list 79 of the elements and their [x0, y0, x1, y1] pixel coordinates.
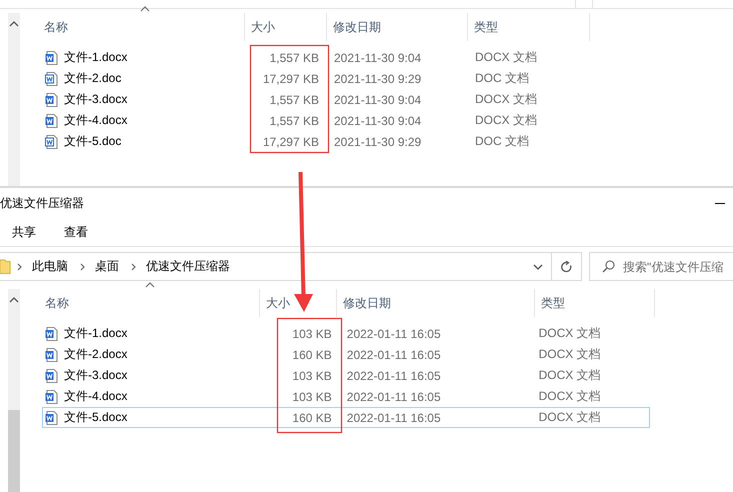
column-header[interactable]: 名称 — [30, 289, 260, 317]
file-name[interactable]: 文件-2.docx — [64, 346, 128, 363]
word-document-icon — [45, 326, 58, 340]
file-size: 103 KB — [291, 368, 333, 382]
file-type: DOC 文档 — [474, 133, 530, 150]
file-type: DOCX 文档 — [474, 91, 538, 108]
search-field[interactable]: 搜索"优速文件压缩 — [623, 260, 733, 274]
column-header[interactable]: 类型 — [468, 13, 590, 41]
file-type: DOC 文档 — [474, 70, 530, 87]
file-name[interactable]: 文件-1.docx — [64, 325, 128, 342]
file-size: 17,297 KB — [262, 134, 320, 148]
word-document-icon — [45, 368, 58, 382]
file-size: 1,557 KB — [268, 50, 320, 64]
file-size: 1,557 KB — [268, 92, 320, 106]
breadcrumb[interactable]: 此电脑 — [26, 258, 74, 275]
folder-icon — [0, 258, 11, 275]
file-name[interactable]: 文件-3.docx — [64, 91, 128, 108]
ribbon-tab[interactable]: 共享 — [0, 224, 50, 240]
file-type: DOCX 文档 — [538, 388, 602, 405]
file-name[interactable]: 文件-4.docx — [64, 112, 128, 129]
scroll-up-icon[interactable] — [9, 21, 19, 27]
document-icon — [45, 72, 58, 86]
file-type: DOCX 文档 — [538, 346, 602, 363]
selected-row[interactable]: 文件-5.docx 160 KB 2022-01-11 16:05 DOCX 文档 — [42, 407, 650, 428]
modified-date: 2022-01-11 16:05 — [346, 326, 442, 340]
file-name[interactable]: 文件-4.docx — [64, 388, 128, 405]
scroll-up-icon[interactable] — [9, 297, 19, 303]
document-icon — [45, 134, 58, 148]
file-name[interactable]: 文件-2.doc — [64, 70, 122, 87]
breadcrumb[interactable]: 优速文件压缩器 — [140, 258, 236, 275]
chevron-right-icon[interactable] — [80, 262, 85, 270]
word-document-icon — [45, 114, 58, 128]
file-size: 17,297 KB — [262, 72, 320, 86]
modified-date: 2022-01-11 16:05 — [346, 368, 442, 382]
file-size: 103 KB — [291, 390, 333, 404]
modified-date: 2021-11-30 9:04 — [333, 50, 422, 64]
search-icon — [602, 260, 615, 273]
modified-date: 2021-11-30 9:04 — [333, 92, 422, 106]
column-header[interactable]: 大小 — [245, 13, 327, 41]
column-header[interactable]: 类型 — [535, 289, 655, 317]
chevron-right-icon[interactable] — [17, 262, 22, 270]
file-type: DOCX 文档 — [538, 409, 602, 426]
dropdown-icon[interactable] — [533, 264, 544, 270]
scrollbar[interactable] — [8, 289, 20, 492]
word-document-icon — [45, 390, 58, 404]
word-document-icon — [45, 410, 58, 424]
modified-date: 2022-01-11 16:05 — [346, 348, 442, 362]
file-name[interactable]: 文件-3.docx — [64, 367, 128, 384]
modified-date: 2021-11-30 9:29 — [333, 134, 422, 148]
column-header[interactable]: 修改日期 — [327, 13, 468, 41]
ribbon-tab[interactable]: 查看 — [52, 224, 102, 240]
modified-date: 2022-01-11 16:05 — [346, 390, 442, 404]
file-type: DOCX 文档 — [538, 367, 602, 384]
file-type: DOCX 文档 — [474, 49, 538, 66]
refresh-button[interactable] — [552, 252, 582, 281]
file-type: DOCX 文档 — [538, 325, 602, 342]
address-bar[interactable]: 此电脑 桌面 优速文件压缩器 — [0, 252, 552, 281]
file-type: DOCX 文档 — [474, 112, 538, 129]
word-document-icon — [45, 348, 58, 362]
modified-date: 2022-01-11 16:05 — [346, 410, 442, 424]
modified-date: 2021-11-30 9:29 — [333, 72, 422, 86]
word-document-icon — [45, 92, 58, 106]
file-name[interactable]: 文件-1.docx — [64, 49, 128, 66]
refresh-icon[interactable] — [560, 260, 573, 272]
file-name[interactable]: 文件-5.doc — [64, 133, 122, 150]
file-size: 103 KB — [291, 326, 333, 340]
file-size: 160 KB — [291, 348, 333, 362]
search-box[interactable]: 搜索"优速文件压缩 — [589, 252, 733, 281]
word-document-icon — [45, 50, 58, 64]
file-size: 1,557 KB — [268, 114, 320, 128]
file-name[interactable]: 文件-5.docx — [64, 409, 128, 426]
scrollbar[interactable] — [8, 13, 20, 186]
file-size: 160 KB — [291, 410, 333, 424]
chevron-right-icon[interactable] — [131, 262, 136, 270]
modified-date: 2021-11-30 9:04 — [333, 114, 422, 128]
column-header[interactable]: 名称 — [30, 13, 245, 41]
window-title: 优速文件压缩器 — [0, 194, 84, 212]
column-header[interactable]: 修改日期 — [337, 289, 535, 317]
breadcrumb[interactable]: 桌面 — [89, 258, 125, 275]
